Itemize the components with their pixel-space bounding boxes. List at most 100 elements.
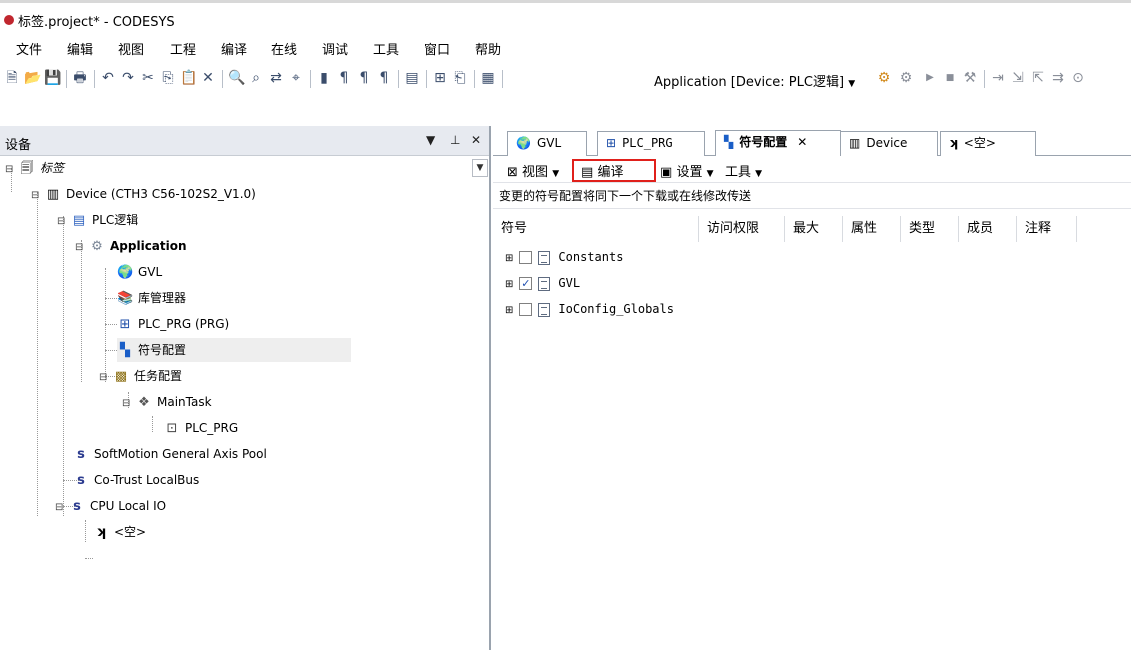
menu-online[interactable]: 在线 — [271, 39, 297, 58]
tab-close-icon[interactable]: ✕ — [797, 135, 807, 149]
symbol-grid-header: 符号 访问权限 最大 属性 类型 成员 注释 — [493, 216, 1093, 242]
tree-item-library-manager[interactable]: 📚 库管理器 — [117, 286, 186, 310]
bookmark-icon[interactable]: ▮ — [316, 70, 332, 86]
tree-item-localbus[interactable]: ꜱ Co-Trust LocalBus — [73, 468, 199, 492]
gvl-globe-icon: 🌍 — [117, 265, 134, 280]
collapse-icon[interactable]: ⊟ — [75, 236, 85, 260]
view-dropdown[interactable]: ⊠ 视图 ▼ — [507, 161, 559, 180]
tree-item-plc-logic[interactable]: ⊟ ▤ PLC逻辑 — [57, 208, 138, 232]
panel-close-icon[interactable]: ✕ — [471, 133, 481, 147]
menu-tools[interactable]: 工具 — [373, 39, 399, 58]
breakpoint-icon[interactable]: ⊙ — [1070, 70, 1086, 86]
tree-item-cpu-local-io[interactable]: ⊟ ꜱ CPU Local IO — [55, 494, 166, 518]
add-object-icon[interactable]: ⊞ — [432, 70, 448, 86]
start-icon[interactable]: ▶ — [922, 70, 938, 86]
panel-dropdown-icon[interactable]: ▼ — [426, 133, 435, 147]
menu-build[interactable]: 编译 — [221, 39, 247, 58]
symbol-row-constants[interactable]: ⊞ Constants — [505, 244, 623, 270]
find-next-icon[interactable]: ⌕ — [248, 70, 264, 86]
tree-item-plc-prg[interactable]: ⊞ PLC_PRG (PRG) — [117, 312, 230, 336]
step-into-icon[interactable]: ⇲ — [1010, 70, 1026, 86]
collapse-icon[interactable]: ⊟ — [57, 210, 67, 234]
tree-item-project-root[interactable]: ⊟ 🗐 标签 — [5, 156, 64, 180]
insert-object-icon[interactable]: ⎗ — [452, 70, 468, 86]
tree-item-symbol-config[interactable]: ▚ 符号配置 — [117, 338, 351, 362]
replace-icon[interactable]: ⇄ — [268, 70, 284, 86]
menu-project[interactable]: 工程 — [170, 39, 196, 58]
tab-gvl[interactable]: 🌍 GVL — [507, 131, 587, 156]
tree-item-task-config[interactable]: ⊟ ▩ 任务配置 — [99, 364, 182, 388]
login-icon[interactable]: ⚙ — [876, 70, 892, 86]
menu-edit[interactable]: 编辑 — [67, 39, 93, 58]
collapse-icon[interactable]: ⊟ — [99, 366, 109, 390]
tools-dropdown[interactable]: 工具 ▼ — [725, 161, 762, 180]
tree-scroll-down-icon[interactable]: ▼ — [472, 159, 488, 177]
undo-icon[interactable]: ↶ — [100, 70, 116, 86]
stop-icon[interactable]: ■ — [942, 70, 958, 86]
symbol-checkbox-checked[interactable]: ✓ — [519, 277, 533, 290]
logout-icon[interactable]: ⚙ — [898, 70, 914, 86]
find-icon[interactable]: 🔍 — [228, 70, 245, 86]
window-icon[interactable]: ▤ — [404, 70, 420, 86]
collapse-icon[interactable]: ⊟ — [122, 392, 132, 416]
paste-icon[interactable]: 📋 — [180, 70, 197, 86]
new-project-icon[interactable]: 🗎 — [4, 70, 20, 86]
delete-icon[interactable]: ✕ — [200, 70, 216, 86]
collapse-icon[interactable]: ⊟ — [55, 496, 65, 520]
column-attribute[interactable]: 属性 — [843, 216, 901, 242]
bookmark-clear-icon[interactable]: ¶ — [376, 70, 392, 86]
run-to-cursor-icon[interactable]: ⇉ — [1050, 70, 1066, 86]
expand-icon[interactable]: ⊞ — [505, 305, 513, 316]
column-symbol[interactable]: 符号 — [493, 216, 699, 242]
collapse-icon[interactable]: ⊟ — [5, 158, 15, 182]
column-max[interactable]: 最大 — [785, 216, 843, 242]
settings-dropdown[interactable]: ▣ 设置 ▼ — [660, 161, 714, 180]
tab-plc-prg[interactable]: ⊞ PLC_PRG — [597, 131, 705, 156]
calculator-icon[interactable]: ▦ — [480, 70, 496, 86]
bookmark-next-icon[interactable]: ¶ — [336, 70, 352, 86]
tree-item-empty-slot[interactable]: ʞ <空> — [93, 520, 146, 544]
expand-icon[interactable]: ⊞ — [505, 253, 513, 264]
expand-icon[interactable]: ⊞ — [505, 279, 513, 290]
redo-icon[interactable]: ↷ — [120, 70, 136, 86]
menu-view[interactable]: 视图 — [118, 39, 144, 58]
copy-icon[interactable]: ⎘ — [160, 70, 176, 86]
tree-item-device[interactable]: ⊟ ▥ Device (CTH3 C56-102S2_V1.0) — [31, 182, 256, 206]
column-comment[interactable]: 注释 — [1017, 216, 1077, 242]
print-icon[interactable]: 🖶 — [72, 70, 88, 86]
symbol-name: IoConfig_Globals — [558, 302, 674, 316]
tree-item-label: 标签 — [40, 161, 65, 175]
column-member[interactable]: 成员 — [959, 216, 1017, 242]
step-out-icon[interactable]: ⇱ — [1030, 70, 1046, 86]
symbol-name: Constants — [558, 250, 624, 264]
tab-device[interactable]: ▥ Device — [840, 131, 938, 156]
column-access[interactable]: 访问权限 — [699, 216, 785, 242]
panel-pin-icon[interactable]: ⊥ — [450, 133, 460, 147]
tree-item-program-call[interactable]: ⊡ PLC_PRG — [164, 416, 239, 440]
menu-window[interactable]: 窗口 — [424, 39, 450, 58]
tab-empty-slot[interactable]: ʞ <空> — [940, 131, 1036, 156]
symbol-checkbox[interactable] — [519, 251, 533, 264]
column-type[interactable]: 类型 — [901, 216, 959, 242]
find-in-project-icon[interactable]: ⌖ — [288, 70, 304, 86]
menu-debug[interactable]: 调试 — [322, 39, 348, 58]
tree-item-gvl[interactable]: 🌍 GVL — [117, 260, 162, 284]
symbol-row-gvl[interactable]: ⊞ ✓ GVL — [505, 270, 580, 296]
reset-icon[interactable]: ⚒ — [962, 70, 978, 86]
active-application-selector[interactable]: Application [Device: PLC逻辑] ▼ — [654, 71, 855, 90]
codesys-app-icon — [4, 15, 14, 25]
bookmark-prev-icon[interactable]: ¶ — [356, 70, 372, 86]
menu-file[interactable]: 文件 — [16, 39, 42, 58]
collapse-icon[interactable]: ⊟ — [31, 184, 41, 208]
tree-item-application[interactable]: ⊟ ⚙ Application — [75, 234, 187, 258]
tree-item-maintask[interactable]: ⊟ ❖ MainTask — [122, 390, 212, 414]
save-icon[interactable]: 💾 — [44, 70, 61, 86]
tree-item-axis-pool[interactable]: ꜱ SoftMotion General Axis Pool — [73, 442, 267, 466]
step-over-icon[interactable]: ⇥ — [990, 70, 1006, 86]
cut-icon[interactable]: ✂ — [140, 70, 156, 86]
menu-help[interactable]: 帮助 — [475, 39, 501, 58]
tab-symbol-config[interactable]: ▚ 符号配置 ✕ — [715, 130, 841, 156]
open-project-icon[interactable]: 📂 — [24, 70, 41, 86]
symbol-checkbox[interactable] — [519, 303, 533, 316]
symbol-row-ioconfig-globals[interactable]: ⊞ IoConfig_Globals — [505, 296, 674, 322]
